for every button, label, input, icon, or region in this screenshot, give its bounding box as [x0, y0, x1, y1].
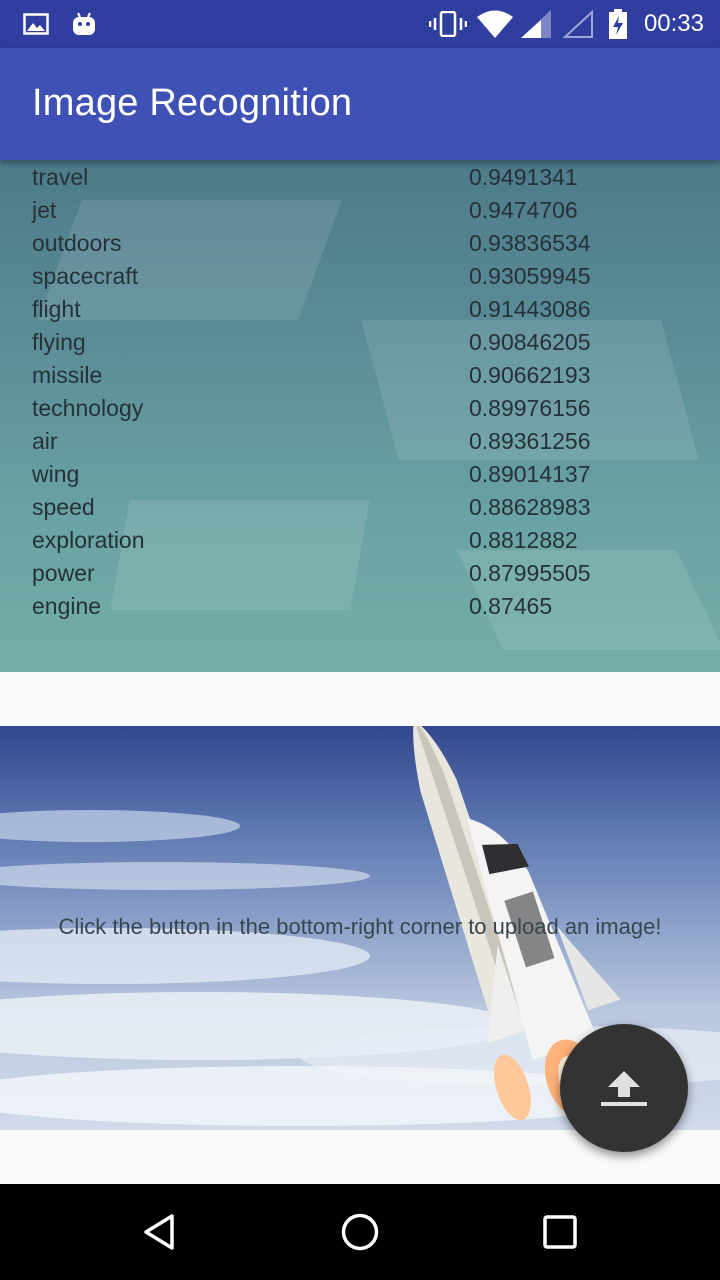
system-nav-bar: [0, 1184, 720, 1280]
result-row: flying 0.90846205: [0, 327, 720, 360]
home-button[interactable]: [300, 1184, 420, 1280]
result-label: travel: [32, 164, 89, 190]
result-confidence: 0.89361256: [469, 428, 591, 454]
result-row: technology 0.89976156: [0, 393, 720, 426]
image-notification-icon: [22, 0, 50, 48]
cell-signal-empty-icon: [562, 0, 594, 48]
result-label: missile: [32, 362, 103, 388]
result-confidence: 0.8812882: [469, 527, 578, 553]
result-confidence: 0.89014137: [469, 461, 591, 487]
result-row: travel 0.9491341: [0, 162, 720, 195]
battery-charging-icon: [606, 0, 630, 48]
recents-icon: [543, 1215, 577, 1249]
result-confidence: 0.87465: [469, 593, 553, 619]
vibrate-icon: [428, 0, 468, 48]
android-notification-icon: [70, 0, 98, 48]
result-label: engine: [32, 593, 102, 619]
result-confidence: 0.88628983: [469, 494, 591, 520]
result-row: wing 0.89014137: [0, 459, 720, 492]
result-confidence: 0.93059945: [469, 263, 591, 289]
result-label: outdoors: [32, 230, 122, 256]
recognition-results-panel[interactable]: travel 0.9491341 jet 0.9474706 outdoors 0.9…: [0, 160, 720, 672]
result-row: air 0.89361256: [0, 426, 720, 459]
result-row: engine 0.87465: [0, 591, 720, 624]
result-confidence: 0.9474706: [469, 197, 578, 223]
result-label: technology: [32, 395, 144, 421]
result-confidence: 0.91443086: [469, 296, 591, 322]
result-label: flying: [32, 329, 86, 355]
result-confidence: 0.93836534: [469, 230, 591, 256]
result-row: jet 0.9474706: [0, 195, 720, 228]
status-clock: 00:33: [643, 10, 704, 37]
result-confidence: 0.9491341: [469, 164, 578, 190]
app-bar: Image Recognition: [0, 48, 720, 160]
back-icon: [144, 1214, 174, 1250]
result-confidence: 0.90662193: [469, 362, 591, 388]
upload-icon: [601, 1071, 647, 1106]
result-row: flight 0.91443086: [0, 294, 720, 327]
result-label: spacecraft: [32, 263, 139, 289]
cell-signal-icon: [520, 0, 552, 48]
app-title: Image Recognition: [32, 82, 353, 124]
result-row: power 0.87995505: [0, 558, 720, 591]
result-confidence: 0.90846205: [469, 329, 591, 355]
home-icon: [341, 1213, 379, 1251]
spacer: [0, 672, 720, 726]
result-label: power: [32, 560, 95, 586]
result-label: exploration: [32, 527, 145, 553]
result-row: exploration 0.8812882: [0, 525, 720, 558]
result-label: speed: [32, 494, 95, 520]
wifi-icon: [476, 0, 514, 48]
result-row: missile 0.90662193: [0, 360, 720, 393]
result-confidence: 0.89976156: [469, 395, 591, 421]
result-row: speed 0.88628983: [0, 492, 720, 525]
result-list: travel 0.9491341 jet 0.9474706 outdoors 0.9…: [0, 164, 720, 624]
result-row: spacecraft 0.93059945: [0, 261, 720, 294]
upload-image-button[interactable]: [560, 1024, 688, 1152]
back-button[interactable]: [100, 1184, 220, 1280]
result-label: air: [32, 428, 58, 454]
result-label: jet: [32, 197, 57, 223]
result-label: wing: [32, 461, 80, 487]
upload-hint-text: Click the button in the bottom-right cor…: [58, 914, 662, 939]
screen: 00:33 Image Recognition travel 0.9491341 …: [0, 0, 720, 1280]
status-bar: 00:33: [0, 0, 720, 48]
recents-button[interactable]: [500, 1184, 620, 1280]
result-confidence: 0.87995505: [469, 560, 591, 586]
result-row: outdoors 0.93836534: [0, 228, 720, 261]
result-label: flight: [32, 296, 81, 322]
